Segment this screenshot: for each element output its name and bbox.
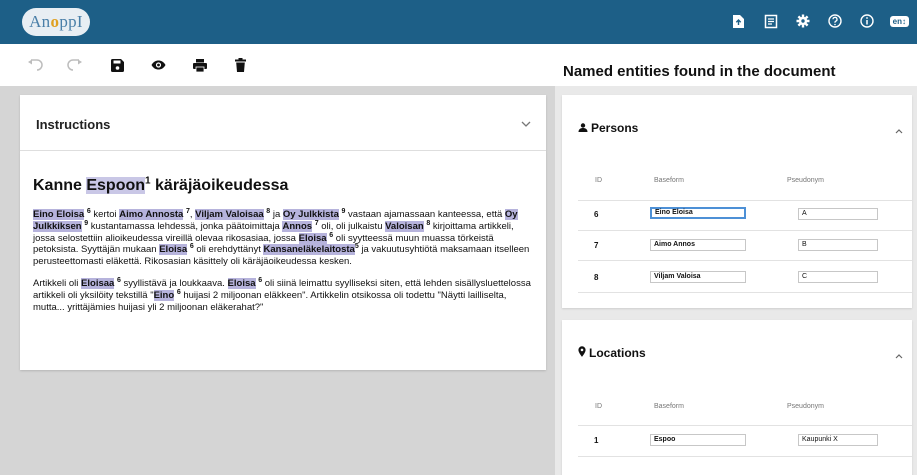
entity-highlight[interactable]: Annos	[282, 220, 313, 232]
pseudonym-input[interactable]: A	[798, 208, 878, 220]
paragraph-text: Artikkeli oli	[33, 277, 82, 289]
pseudonym-input[interactable]: Kaupunki X	[798, 434, 878, 446]
chevron-up-icon[interactable]	[894, 347, 904, 365]
entity-highlight[interactable]: Eloisa	[227, 277, 256, 289]
paragraph-text: vastaan ajamassaan kanteessa, että	[345, 209, 505, 220]
row-divider	[578, 292, 912, 293]
persons-header[interactable]: Persons	[578, 121, 638, 135]
column-header-baseform: Baseform	[654, 403, 684, 410]
updown-icon: ↕	[902, 16, 906, 26]
entity-highlight[interactable]: Eloisa	[298, 232, 327, 244]
entity-highlight[interactable]: Espoon	[86, 177, 146, 194]
paragraph-text: kustantamassa lehdessä, jonka päätoimitt…	[88, 220, 283, 232]
app-logo[interactable]: An o ppI	[22, 8, 90, 36]
person-icon	[578, 121, 588, 135]
export-icon[interactable]	[730, 12, 748, 30]
instructions-panel[interactable]: Instructions	[20, 95, 546, 151]
paragraph-text: kertoi	[90, 209, 120, 220]
chevron-down-icon[interactable]	[520, 115, 532, 133]
print-icon[interactable]	[189, 54, 211, 76]
info-icon[interactable]	[858, 12, 876, 30]
persons-card: Persons ID Baseform Pseudonym 6 Eino Elo…	[562, 95, 912, 308]
baseform-input[interactable]: Eino Eloisa	[650, 207, 746, 219]
row-id: 7	[594, 241, 599, 250]
row-divider	[578, 260, 912, 261]
document-title: Kanne Espoon1 käräjäoikeudessa	[33, 175, 532, 197]
title-text: käräjäoikeudessa	[150, 177, 289, 194]
row-divider	[578, 200, 912, 201]
document-editor[interactable]: Kanne Espoon1 käräjäoikeudessa Eino Eloi…	[20, 151, 546, 370]
save-icon[interactable]	[106, 54, 128, 76]
row-id: 1	[594, 436, 599, 445]
top-app-bar: An o ppI en↕	[0, 0, 917, 44]
document-paragraph: Artikkeli oli Eloisaa 6 syyllistävä ja l…	[33, 277, 532, 313]
entity-highlight[interactable]: Kansaneläkelaitosta	[263, 244, 355, 256]
entity-highlight[interactable]: Eino	[153, 289, 175, 301]
entity-highlight[interactable]: Viljam Valoisaa	[195, 209, 264, 220]
entity-highlight[interactable]: Eino Eloisa	[33, 209, 85, 220]
locations-header[interactable]: Locations	[578, 346, 646, 360]
paragraph-text: oli erehdyttänyt	[193, 244, 264, 256]
location-pin-icon	[578, 346, 586, 360]
preview-eye-icon[interactable]	[147, 54, 169, 76]
document-toolbar	[0, 44, 555, 86]
document-list-icon[interactable]	[762, 12, 780, 30]
baseform-input[interactable]: Espoo	[650, 434, 746, 446]
entity-highlight[interactable]: Oy Julkkista	[282, 209, 339, 220]
row-id: 8	[594, 273, 599, 282]
instructions-title: Instructions	[36, 117, 111, 132]
entity-highlight[interactable]: Eloisa	[159, 244, 188, 256]
baseform-input[interactable]: Aimo Annos	[650, 239, 746, 251]
column-header-pseudonym: Pseudonym	[787, 177, 824, 184]
language-select[interactable]: en↕	[889, 15, 909, 27]
paragraph-text: oli, oli julkaistu	[318, 220, 386, 232]
title-text: Kanne	[33, 177, 87, 194]
persons-title: Persons	[591, 121, 639, 135]
entities-panel-title: Named entities found in the document	[563, 63, 836, 80]
locations-title: Locations	[589, 346, 646, 360]
row-divider	[578, 230, 912, 231]
pseudonym-input[interactable]: B	[798, 239, 878, 251]
column-header-baseform: Baseform	[654, 177, 684, 184]
entity-highlight[interactable]: Eloisaa	[81, 277, 115, 289]
logo-text-end: ppI	[59, 12, 83, 31]
help-icon[interactable]	[826, 12, 844, 30]
row-divider	[578, 456, 912, 457]
column-header-pseudonym: Pseudonym	[787, 403, 824, 410]
chevron-up-icon[interactable]	[894, 122, 904, 140]
document-paragraph: Eino Eloisa 6 kertoi Aimo Annosta 7, Vil…	[33, 208, 532, 268]
baseform-input[interactable]: Viljam Valoisa	[650, 271, 746, 283]
row-divider	[578, 425, 912, 426]
delete-trash-icon[interactable]	[229, 54, 251, 76]
undo-icon[interactable]	[24, 54, 46, 76]
row-id: 6	[594, 210, 599, 219]
entity-highlight[interactable]: Valoisan	[385, 220, 424, 232]
entity-highlight[interactable]: Aimo Annosta	[119, 209, 184, 220]
column-header-id: ID	[595, 177, 602, 184]
language-value: en	[892, 16, 902, 26]
logo-text-start: An	[29, 12, 51, 31]
settings-gear-icon[interactable]	[794, 12, 812, 30]
locations-card: Locations ID Baseform Pseudonym 1 Espoo …	[562, 320, 912, 475]
paragraph-text: syyllistävä ja loukkaava.	[120, 277, 228, 289]
pseudonym-input[interactable]: C	[798, 271, 878, 283]
redo-icon[interactable]	[64, 54, 86, 76]
paragraph-text: ja	[270, 209, 283, 220]
column-header-id: ID	[595, 403, 602, 410]
logo-text-o: o	[50, 12, 60, 31]
